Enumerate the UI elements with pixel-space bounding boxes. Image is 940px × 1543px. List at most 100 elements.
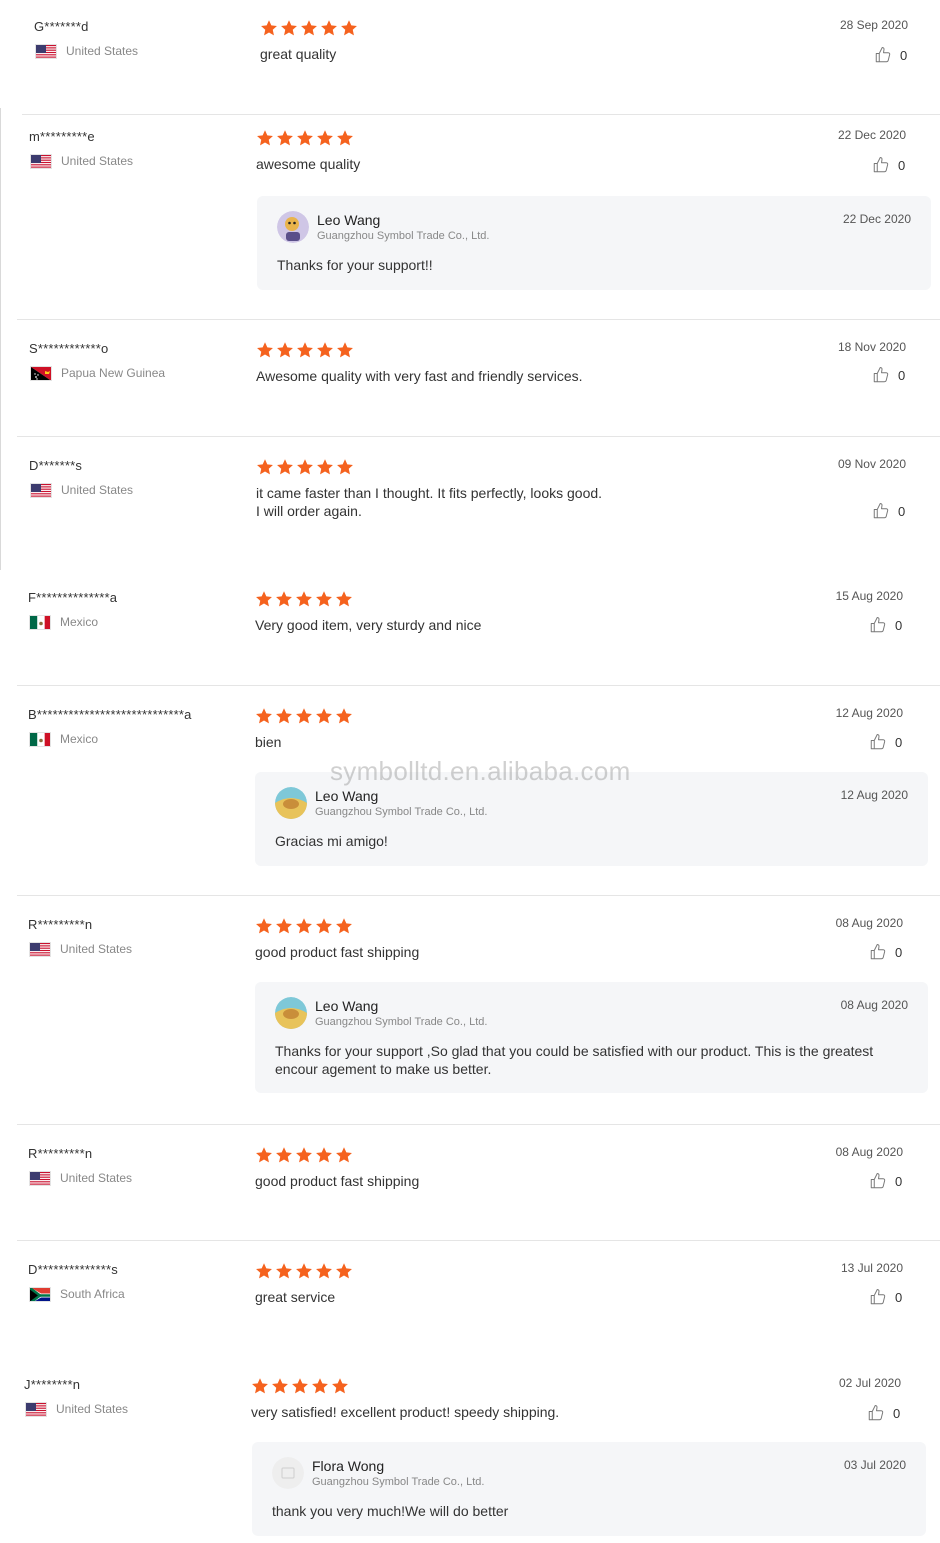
buyer-name: D*******s — [29, 458, 83, 473]
rating-stars — [251, 1377, 349, 1395]
star-icon — [336, 591, 352, 607]
like-count: 0 — [893, 1405, 901, 1421]
star-icon — [261, 20, 277, 36]
review-item: D*******s United States it came faster tha… — [0, 436, 940, 519]
country-name: United States — [61, 483, 134, 497]
buyer-name: G*******d — [34, 19, 89, 34]
country-flag-icon — [29, 941, 51, 957]
like-button[interactable]: 0 — [872, 156, 905, 174]
seller-company: Guangzhou Symbol Trade Co., Ltd. — [315, 1016, 488, 1028]
star-icon — [341, 20, 357, 36]
star-icon — [336, 918, 352, 934]
star-icon — [256, 1147, 272, 1163]
review-date: 18 Nov 2020 — [837, 340, 906, 354]
like-button[interactable]: 0 — [867, 1404, 900, 1422]
country-name: United States — [60, 1171, 133, 1185]
buyer-country: United States — [35, 43, 138, 59]
review-date: 09 Nov 2020 — [837, 457, 906, 471]
star-icon — [297, 459, 313, 475]
rating-stars — [256, 341, 354, 359]
country-name: United States — [61, 154, 134, 168]
seller-reply: Leo Wang Guangzhou Symbol Trade Co., Ltd.… — [255, 982, 928, 1093]
star-icon — [301, 20, 317, 36]
thumbs-up-icon — [873, 367, 889, 383]
watermark: symbolltd.en.alibaba.com — [330, 756, 631, 786]
star-icon — [257, 130, 273, 146]
reply-text: Thanks for your support!! — [277, 257, 433, 273]
rating-stars — [260, 19, 358, 37]
seller-company: Guangzhou Symbol Trade Co., Ltd. — [312, 1476, 485, 1488]
review-text: great quality — [260, 46, 337, 62]
star-icon — [276, 591, 292, 607]
seller-name: Leo Wang — [315, 998, 379, 1014]
star-icon — [336, 1263, 352, 1279]
like-button[interactable]: 0 — [872, 366, 905, 384]
thumbs-up-icon — [870, 617, 886, 633]
thumbs-up-icon — [868, 1405, 884, 1421]
like-count: 0 — [895, 1173, 903, 1189]
star-icon — [316, 591, 332, 607]
reply-date: 08 Aug 2020 — [840, 998, 908, 1012]
review-date: 08 Aug 2020 — [835, 916, 903, 930]
star-icon — [316, 708, 332, 724]
rating-stars — [255, 1262, 353, 1280]
like-count: 0 — [895, 617, 903, 633]
star-icon — [317, 342, 333, 358]
buyer-country: South Africa — [29, 1286, 125, 1302]
star-icon — [332, 1378, 348, 1394]
star-icon — [336, 1147, 352, 1163]
thumbs-up-icon — [870, 734, 886, 750]
like-button[interactable]: 0 — [869, 733, 902, 751]
like-button[interactable]: 0 — [869, 1172, 902, 1190]
review-item: J********n United States very satisfied! e… — [0, 1356, 940, 1536]
star-icon — [256, 918, 272, 934]
like-button[interactable]: 0 — [869, 616, 902, 634]
rating-stars — [255, 917, 353, 935]
review-text: it came faster than I thought. It fits p… — [256, 485, 603, 519]
like-count: 0 — [898, 367, 906, 383]
country-flag-icon — [29, 1170, 51, 1186]
buyer-name: R*********n — [28, 1146, 93, 1161]
star-icon — [296, 591, 312, 607]
seller-name: Flora Wong — [312, 1458, 385, 1474]
star-icon — [272, 1378, 288, 1394]
review-item: m*********e United States awesome quality 2… — [0, 114, 940, 290]
review-text: awesome quality — [256, 156, 361, 172]
star-icon — [257, 459, 273, 475]
like-button[interactable]: 0 — [869, 943, 902, 961]
reply-text: thank you very much!We will do better — [272, 1503, 509, 1519]
star-icon — [296, 1263, 312, 1279]
like-button[interactable]: 0 — [874, 46, 907, 64]
like-count: 0 — [898, 503, 906, 519]
review-item: B****************************a Mexico bien… — [0, 685, 940, 866]
reply-date: 22 Dec 2020 — [842, 212, 911, 226]
star-icon — [316, 1263, 332, 1279]
country-name: United States — [56, 1402, 129, 1416]
star-icon — [312, 1378, 328, 1394]
star-icon — [276, 1147, 292, 1163]
rating-stars — [255, 707, 353, 725]
seller-avatar — [277, 211, 309, 243]
star-icon — [277, 342, 293, 358]
country-flag-icon — [29, 1286, 51, 1302]
country-name: Mexico — [60, 615, 99, 629]
buyer-name: S************o — [29, 341, 109, 356]
seller-reply: Leo Wang Guangzhou Symbol Trade Co., Ltd.… — [257, 196, 931, 290]
review-date: 13 Jul 2020 — [840, 1261, 903, 1275]
left-border-line — [0, 108, 1, 570]
star-icon — [297, 130, 313, 146]
like-button[interactable]: 0 — [872, 502, 905, 520]
review-item: S************o Papua New Guinea Awesome qu… — [0, 319, 940, 384]
thumbs-up-icon — [875, 47, 891, 63]
seller-company: Guangzhou Symbol Trade Co., Ltd. — [315, 806, 488, 818]
rating-stars — [255, 1146, 353, 1164]
buyer-name: B****************************a — [28, 707, 192, 722]
star-icon — [276, 708, 292, 724]
star-icon — [276, 1263, 292, 1279]
review-text: good product fast shipping — [255, 1173, 420, 1189]
seller-avatar — [275, 787, 307, 819]
buyer-country: Mexico — [29, 614, 98, 630]
buyer-country: United States — [29, 941, 132, 957]
reply-text: Gracias mi amigo! — [275, 833, 388, 849]
like-button[interactable]: 0 — [869, 1288, 902, 1306]
